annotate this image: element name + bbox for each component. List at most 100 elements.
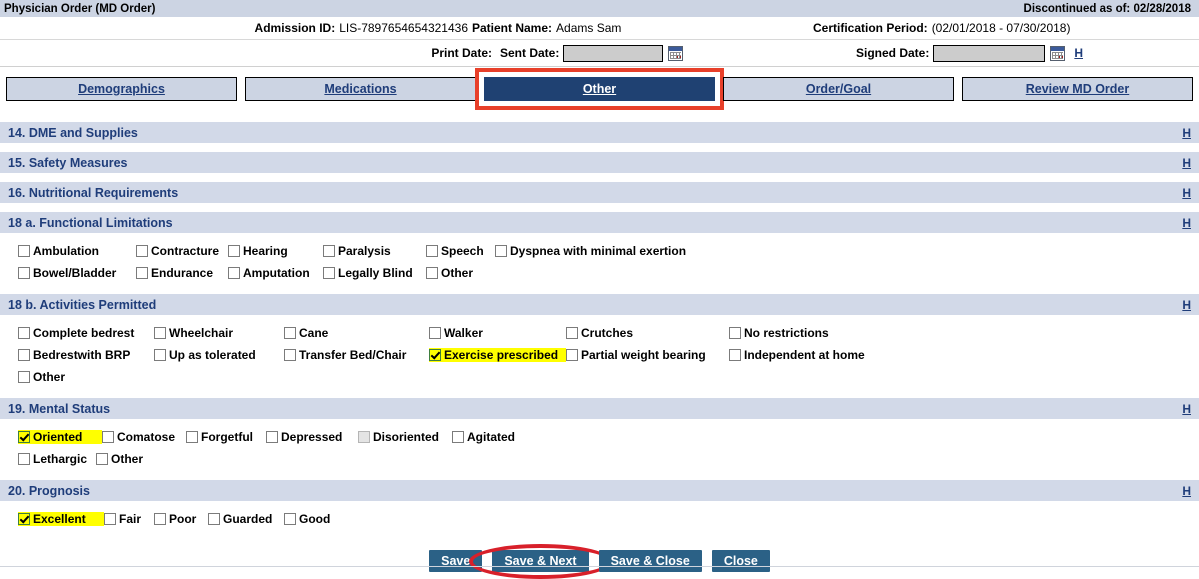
checkbox-option-excellent[interactable]: Excellent [18, 512, 104, 526]
checkbox-option-hearing[interactable]: Hearing [228, 244, 323, 258]
tab-review-md-order[interactable]: Review MD Order [962, 77, 1193, 101]
checkbox-option-cane[interactable]: Cane [284, 326, 429, 340]
save-next-button[interactable]: Save & Next [492, 550, 589, 572]
checkbox-icon[interactable] [102, 431, 114, 443]
checkbox-option-other[interactable]: Other [18, 370, 154, 384]
checkbox-option-lethargic[interactable]: Lethargic [18, 452, 96, 466]
checkbox-icon[interactable] [18, 349, 30, 361]
section-help-link[interactable]: H [1182, 156, 1191, 170]
checkbox-label: Walker [444, 326, 483, 340]
checkbox-icon[interactable] [154, 349, 166, 361]
checkbox-icon[interactable] [429, 349, 441, 361]
checkbox-option-walker[interactable]: Walker [429, 326, 566, 340]
save-close-button[interactable]: Save & Close [598, 550, 702, 572]
checkbox-icon[interactable] [426, 245, 438, 257]
checkbox-icon[interactable] [452, 431, 464, 443]
checkbox-option-other[interactable]: Other [96, 452, 166, 466]
checkbox-option-wheelchair[interactable]: Wheelchair [154, 326, 284, 340]
checkbox-icon[interactable] [228, 267, 240, 279]
checkbox-icon[interactable] [154, 327, 166, 339]
section-help-link[interactable]: H [1182, 216, 1191, 230]
section-help-link[interactable]: H [1182, 402, 1191, 416]
signed-date-help-link[interactable]: H [1074, 46, 1083, 60]
checkbox-option-exercise-prescribed[interactable]: Exercise prescribed [429, 348, 566, 362]
checkbox-option-fair[interactable]: Fair [104, 512, 154, 526]
checkbox-icon[interactable] [495, 245, 507, 257]
checkbox-option-forgetful[interactable]: Forgetful [186, 430, 266, 444]
signed-date-field: Signed Date: H [856, 44, 1199, 62]
tab-medications[interactable]: Medications [245, 77, 476, 101]
checkbox-option-agitated[interactable]: Agitated [452, 430, 532, 444]
checkbox-icon[interactable] [284, 327, 296, 339]
checkbox-option-comatose[interactable]: Comatose [102, 430, 186, 444]
checkbox-icon[interactable] [429, 327, 441, 339]
checkbox-option-legally-blind[interactable]: Legally Blind [323, 266, 426, 280]
calendar-icon[interactable] [668, 45, 684, 61]
checkbox-option-ambulation[interactable]: Ambulation [18, 244, 136, 258]
checkbox-icon[interactable] [208, 513, 220, 525]
checkbox-icon[interactable] [18, 513, 30, 525]
tab-wrapper-demographics: Demographics [6, 77, 237, 101]
checkbox-icon[interactable] [18, 453, 30, 465]
checkbox-icon[interactable] [186, 431, 198, 443]
checkbox-icon[interactable] [18, 267, 30, 279]
tab-order-goal[interactable]: Order/Goal [723, 77, 954, 101]
checkbox-option-speech[interactable]: Speech [426, 244, 495, 258]
checkbox-icon[interactable] [323, 245, 335, 257]
checkbox-option-disoriented[interactable]: Disoriented [358, 430, 452, 444]
sent-date-input[interactable] [563, 44, 664, 62]
checkbox-option-independent-at-home[interactable]: Independent at home [729, 348, 865, 362]
checkbox-icon[interactable] [96, 453, 108, 465]
section-help-link[interactable]: H [1182, 126, 1191, 140]
signed-date-input[interactable] [933, 44, 1046, 62]
checkbox-option-poor[interactable]: Poor [154, 512, 208, 526]
checkbox-icon[interactable] [284, 513, 296, 525]
checkbox-option-good[interactable]: Good [284, 512, 344, 526]
checkbox-option-contracture[interactable]: Contracture [136, 244, 228, 258]
close-button[interactable]: Close [711, 550, 770, 572]
section-help-link[interactable]: H [1182, 298, 1191, 312]
checkbox-option-other[interactable]: Other [426, 266, 495, 280]
print-date-field: Print Date: [0, 46, 496, 60]
checkbox-label: Disoriented [373, 430, 440, 444]
checkbox-icon[interactable] [104, 513, 116, 525]
checkbox-icon[interactable] [566, 327, 578, 339]
checkbox-option-transfer-bed-chair[interactable]: Transfer Bed/Chair [284, 348, 429, 362]
checkbox-icon[interactable] [284, 349, 296, 361]
checkbox-option-depressed[interactable]: Depressed [266, 430, 358, 444]
checkbox-icon[interactable] [426, 267, 438, 279]
checkbox-icon[interactable] [323, 267, 335, 279]
checkbox-option-bedrestwith-brp[interactable]: Bedrestwith BRP [18, 348, 154, 362]
checkbox-option-dyspnea-with-minimal-exertion[interactable]: Dyspnea with minimal exertion [495, 244, 705, 258]
checkbox-option-paralysis[interactable]: Paralysis [323, 244, 426, 258]
save-button[interactable]: Save [429, 550, 483, 572]
checkbox-icon[interactable] [18, 327, 30, 339]
checkbox-option-oriented[interactable]: Oriented [18, 430, 102, 444]
checkbox-option-up-as-tolerated[interactable]: Up as tolerated [154, 348, 284, 362]
checkbox-option-amputation[interactable]: Amputation [228, 266, 323, 280]
checkbox-icon[interactable] [18, 371, 30, 383]
checkbox-icon[interactable] [136, 245, 148, 257]
checkbox-option-bowel-bladder[interactable]: Bowel/Bladder [18, 266, 136, 280]
section-help-link[interactable]: H [1182, 186, 1191, 200]
tab-demographics[interactable]: Demographics [6, 77, 237, 101]
checkbox-icon[interactable] [566, 349, 578, 361]
checkbox-icon[interactable] [154, 513, 166, 525]
calendar-icon[interactable] [1050, 45, 1066, 61]
checkbox-icon[interactable] [228, 245, 240, 257]
checkbox-option-complete-bedrest[interactable]: Complete bedrest [18, 326, 154, 340]
checkbox-icon[interactable] [136, 267, 148, 279]
checkbox-icon[interactable] [729, 327, 741, 339]
tab-bar: Demographics Medications Other Order/Goal Re… [0, 67, 1199, 113]
checkbox-icon[interactable] [18, 431, 30, 443]
checkbox-option-endurance[interactable]: Endurance [136, 266, 228, 280]
checkbox-icon[interactable] [729, 349, 741, 361]
checkbox-option-no-restrictions[interactable]: No restrictions [729, 326, 859, 340]
checkbox-icon[interactable] [18, 245, 30, 257]
checkbox-option-partial-weight-bearing[interactable]: Partial weight bearing [566, 348, 729, 362]
section-help-link[interactable]: H [1182, 484, 1191, 498]
checkbox-option-crutches[interactable]: Crutches [566, 326, 729, 340]
checkbox-icon[interactable] [266, 431, 278, 443]
tab-other[interactable]: Other [484, 77, 715, 101]
checkbox-option-guarded[interactable]: Guarded [208, 512, 284, 526]
